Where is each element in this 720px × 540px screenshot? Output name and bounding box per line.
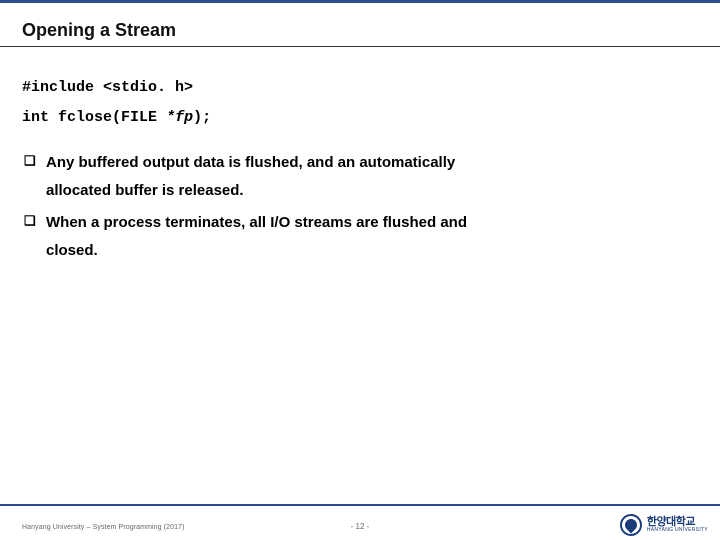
- slide: Opening a Stream #include <stdio. h> int…: [0, 0, 720, 540]
- footer-left-text: Hanyang University – System Programming …: [22, 524, 185, 531]
- footer-page-number: - 12 -: [351, 522, 370, 531]
- code-signature: int fclose(FILE *fp);: [22, 103, 698, 133]
- footer: Hanyang University – System Programming …: [0, 504, 720, 540]
- top-rule: [0, 0, 720, 3]
- code-ret: int: [22, 109, 49, 126]
- university-name-en: HANYANG UNIVERSITY: [647, 528, 708, 533]
- university-logo-text: 한양대학교 HANYANG UNIVERSITY: [647, 517, 708, 533]
- bullet-item: When a process terminates, all I/O strea…: [22, 211, 698, 235]
- code-block: #include <stdio. h> int fclose(FILE *fp)…: [22, 73, 698, 133]
- bullet-text: Any buffered output data is flushed, and…: [46, 154, 455, 171]
- bullet-item: Any buffered output data is flushed, and…: [22, 151, 698, 175]
- title-underline: [0, 46, 720, 47]
- code-fn: fclose(FILE: [58, 109, 157, 126]
- footer-logo: 한양대학교 HANYANG UNIVERSITY: [620, 514, 708, 536]
- footer-rule: [0, 504, 720, 506]
- bullet-text: When a process terminates, all I/O strea…: [46, 214, 467, 231]
- university-logo-icon: [620, 514, 642, 536]
- code-close: );: [193, 109, 211, 126]
- code-include: #include <stdio. h>: [22, 73, 698, 103]
- code-include-text: #include <stdio. h>: [22, 79, 193, 96]
- bullet-list: Any buffered output data is flushed, and…: [22, 151, 698, 263]
- bullet-continuation: allocated buffer is released.: [22, 179, 698, 203]
- code-param: *fp: [166, 109, 193, 126]
- bullet-continuation: closed.: [22, 239, 698, 263]
